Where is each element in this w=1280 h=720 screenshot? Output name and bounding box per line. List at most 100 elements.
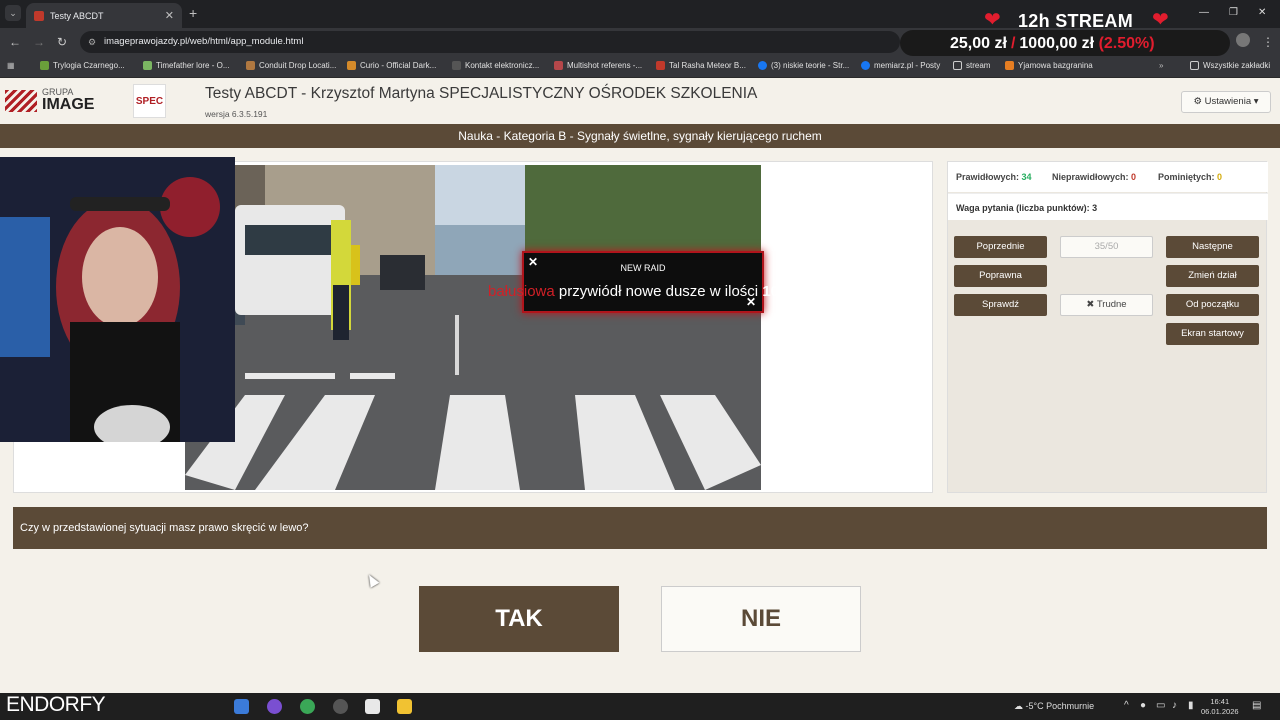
- from-start-button[interactable]: Od początku: [1166, 294, 1259, 316]
- donation-percent: (2.50%): [1098, 35, 1155, 52]
- bookmark-item[interactable]: Yjamowa bazgranina: [1005, 61, 1093, 70]
- raider-name: bałusiowa: [488, 283, 555, 300]
- bookmark-item[interactable]: Timefather lore - O...: [143, 61, 230, 70]
- notifications-icon[interactable]: ▤: [1252, 700, 1261, 711]
- bookmark-favicon-icon: [246, 61, 255, 70]
- microphone-icon[interactable]: ●: [1140, 700, 1146, 711]
- control-panel: Prawidłowych: 34 Nieprawidłowych: 0 Pomi…: [947, 161, 1268, 493]
- volume-icon[interactable]: ♪: [1172, 700, 1177, 711]
- mouse-cursor-icon: [364, 572, 380, 588]
- all-bookmarks-folder[interactable]: Wszystkie zakładki: [1190, 61, 1270, 70]
- cloud-icon: ☁: [1014, 701, 1023, 711]
- bookmark-item[interactable]: Curio - Official Dark...: [347, 61, 436, 70]
- forward-icon[interactable]: →: [33, 35, 45, 49]
- question-image: [185, 165, 761, 490]
- browser-tab[interactable]: Testy ABCDT ✕: [26, 3, 182, 28]
- previous-button[interactable]: Poprzednie: [954, 236, 1047, 258]
- close-icon: ✖: [1086, 299, 1095, 310]
- bookmark-folder[interactable]: stream: [953, 61, 990, 70]
- network-icon[interactable]: ▭: [1156, 700, 1165, 711]
- tab-search-icon[interactable]: ⌄: [5, 5, 21, 21]
- change-section-button[interactable]: Zmień dział: [1166, 265, 1259, 287]
- question-counter: 35/50: [1060, 236, 1153, 258]
- heart-icon: ❤: [1152, 9, 1169, 31]
- new-tab-icon[interactable]: +: [189, 5, 197, 21]
- heart-icon: ❤: [984, 9, 1001, 31]
- traffic-scene-image: [185, 165, 761, 490]
- app-icon[interactable]: [365, 699, 380, 714]
- incorrect-stat: Nieprawidłowych: 0: [1052, 172, 1137, 182]
- next-button[interactable]: Następne: [1166, 236, 1259, 258]
- raid-heading: NEW RAID: [620, 263, 666, 273]
- url-bar[interactable]: ⚙ imageprawojazdy.pl/web/html/app_module…: [80, 31, 900, 53]
- raid-count: 103!: [762, 283, 793, 300]
- apps-icon[interactable]: ▦: [7, 61, 15, 70]
- category-bar: Nauka - Kategoria B - Sygnały świetlne, …: [0, 124, 1280, 148]
- bookmarks-bar: ▦ Trylogia Czarnego... Timefather lore -…: [0, 56, 1280, 78]
- folder-icon: [953, 61, 962, 70]
- bookmark-favicon-icon: [656, 61, 665, 70]
- close-icon: ✕: [746, 295, 757, 309]
- correct-stat: Prawidłowych: 34: [956, 172, 1032, 182]
- app-version: wersja 6.3.5.191: [205, 109, 268, 119]
- tab-favicon-icon: [34, 10, 44, 21]
- facebook-icon: [758, 61, 767, 70]
- stream-overlay: ❤ 12h STREAM ❤ 25,00 zł/1000,00 zł (2.50…: [898, 6, 1280, 56]
- copilot-icon[interactable]: [234, 699, 249, 714]
- webcam-overlay: [0, 157, 235, 442]
- url-text: imageprawojazdy.pl/web/html/app_module.h…: [104, 36, 304, 47]
- reload-icon[interactable]: ↻: [57, 35, 67, 49]
- facebook-icon: [861, 61, 870, 70]
- weather-widget[interactable]: ☁ -5°C Pochmurnie: [1014, 701, 1094, 712]
- discord-icon[interactable]: [267, 699, 282, 714]
- answer-yes-button[interactable]: TAK: [419, 586, 619, 652]
- answer-no-button[interactable]: NIE: [661, 586, 861, 652]
- more-bookmarks-icon[interactable]: »: [1159, 61, 1163, 70]
- check-button[interactable]: Sprawdź: [954, 294, 1047, 316]
- bookmark-favicon-icon: [347, 61, 356, 70]
- site-settings-icon[interactable]: ⚙: [88, 31, 96, 53]
- donation-current: 25,00 zł: [950, 35, 1007, 52]
- spec-logo: SPEC: [133, 84, 166, 118]
- start-screen-button[interactable]: Ekran startowy: [1166, 323, 1259, 345]
- bookmark-item[interactable]: (3) niskie teorie - Str...: [758, 61, 849, 70]
- raid-text: przywiódł nowe dusze w ilości: [558, 283, 759, 300]
- bookmark-item[interactable]: Multishot referens -...: [554, 61, 642, 70]
- logo-stripes-icon: [5, 90, 37, 112]
- bookmark-item[interactable]: memiarz.pl - Posty: [861, 61, 940, 70]
- app-header: GRUPA IMAGE SPEC Testy ABCDT - Krzysztof…: [0, 78, 1280, 124]
- company-logo: GRUPA IMAGE: [42, 87, 95, 113]
- obs-icon[interactable]: [333, 699, 348, 714]
- settings-button[interactable]: ⚙ Ustawienia ▾: [1181, 91, 1271, 113]
- endorfy-logo: ENDORFY: [6, 693, 106, 716]
- tray-chevron-icon[interactable]: ^: [1124, 700, 1129, 711]
- donation-separator: /: [1010, 35, 1016, 52]
- question-text: Czy w przedstawionej sytuacji masz prawo…: [13, 507, 1267, 549]
- raid-message: bałusiowa przywiódł nowe dusze w ilości …: [488, 283, 808, 300]
- gear-icon: ⚙: [1193, 96, 1202, 107]
- skipped-stat: Pominiętych: 0: [1158, 172, 1223, 182]
- folder-icon: [1190, 61, 1199, 70]
- question-weight: Waga pytania (liczba punktów): 3: [948, 193, 1268, 220]
- file-explorer-icon[interactable]: [397, 699, 412, 714]
- caret-down-icon: ▾: [1253, 96, 1259, 107]
- raid-alert: ✕ NEW RAID bałusiowa przywiódł nowe dusz…: [488, 251, 792, 313]
- stream-title: 12h STREAM: [1018, 11, 1134, 31]
- bookmark-item[interactable]: Conduit Drop Locati...: [246, 61, 336, 70]
- stats-row: Prawidłowych: 34 Nieprawidłowych: 0 Pomi…: [948, 162, 1268, 192]
- system-clock[interactable]: 16:41 06.01.2026: [1201, 697, 1239, 717]
- correct-answer-button[interactable]: Poprawna: [954, 265, 1047, 287]
- donation-progress: 25,00 zł/1000,00 zł (2.50%): [950, 35, 1155, 53]
- close-tab-icon[interactable]: ✕: [165, 9, 174, 22]
- taskbar: ENDORFY ☁ -5°C Pochmurnie ^ ● ▭ ♪ ▮ 16:4…: [0, 693, 1280, 720]
- streamer-webcam-image: [0, 157, 235, 442]
- bookmark-favicon-icon: [40, 61, 49, 70]
- difficult-button[interactable]: ✖ Trudne: [1060, 294, 1153, 316]
- battery-icon[interactable]: ▮: [1188, 700, 1194, 711]
- bookmark-item[interactable]: Tal Rasha Meteor B...: [656, 61, 746, 70]
- chrome-icon[interactable]: [300, 699, 315, 714]
- back-icon[interactable]: ←: [9, 35, 21, 49]
- bookmark-item[interactable]: Kontakt elektronicz...: [452, 61, 539, 70]
- bookmark-item[interactable]: Trylogia Czarnego...: [40, 61, 125, 70]
- donation-goal: 1000,00 zł: [1019, 35, 1095, 52]
